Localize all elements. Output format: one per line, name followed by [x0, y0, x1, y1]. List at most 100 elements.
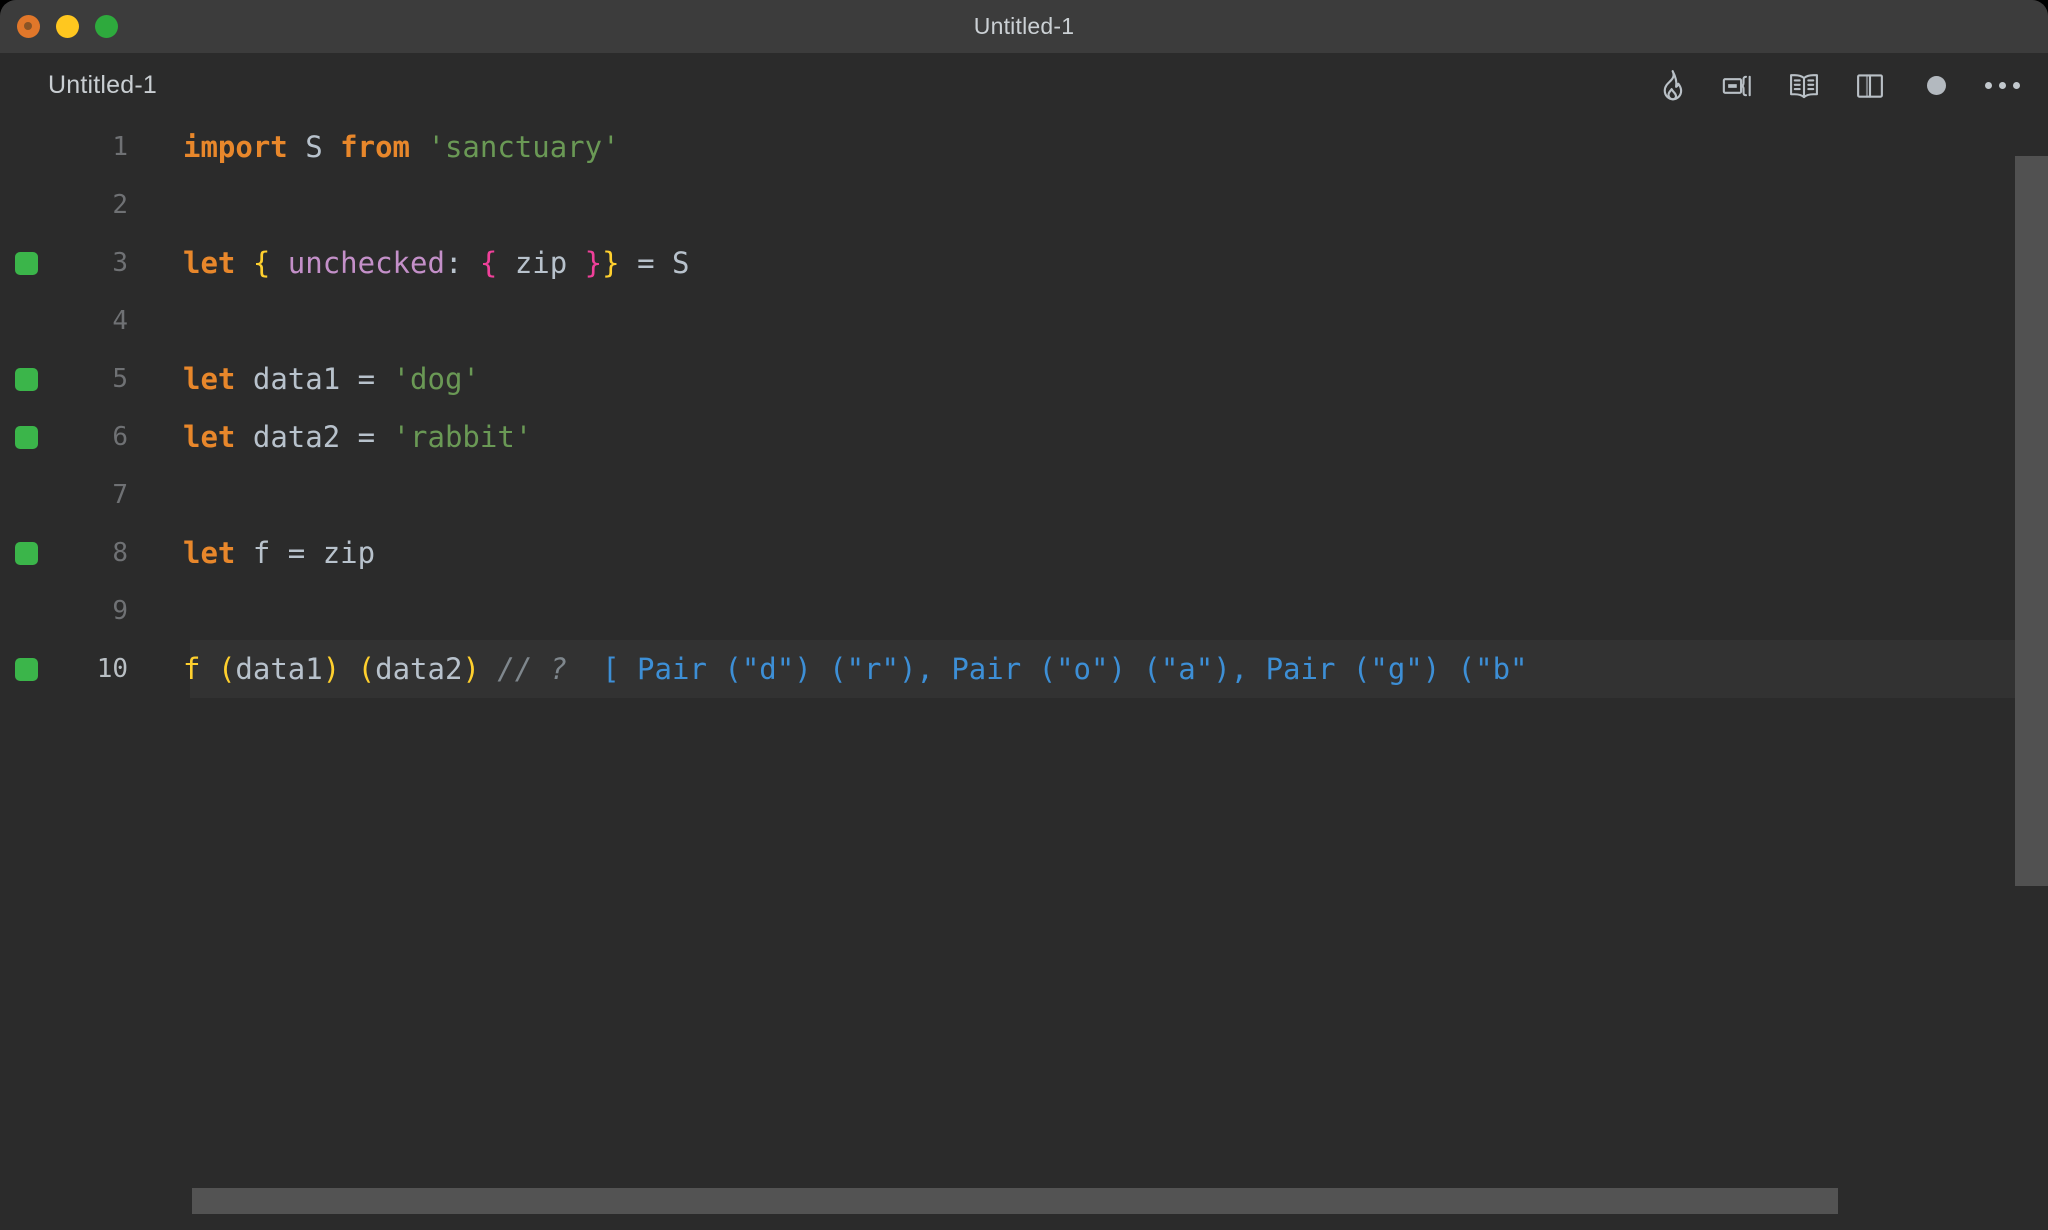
code-line-content[interactable]: let data2 = 'rabbit' [142, 420, 2048, 454]
code-line-content[interactable]: import S from 'sanctuary' [142, 130, 2048, 164]
editor-window: Untitled-1 Untitled-1 1 import S from 's… [0, 0, 2048, 1230]
run-code-icon[interactable] [1720, 68, 1756, 104]
code-token: data2 [252, 420, 341, 454]
line-number: 9 [112, 596, 128, 626]
code-token: = [270, 536, 323, 570]
line-number: 1 [112, 132, 128, 162]
code-token: ) [322, 652, 341, 686]
horizontal-scrollbar-track[interactable] [0, 1172, 2048, 1230]
code-token: zip [514, 246, 568, 280]
code-line[interactable]: 5 let data1 = 'dog' [0, 350, 2048, 408]
line-number: 2 [112, 190, 128, 220]
coverage-marker-icon[interactable] [14, 541, 38, 565]
code-line[interactable]: 9 [0, 582, 2048, 640]
code-token: let [183, 246, 236, 280]
code-token: f [183, 652, 201, 686]
code-line-content[interactable]: let data1 = 'dog' [142, 362, 2048, 396]
code-line[interactable]: 2 [0, 176, 2048, 234]
code-token: ) [462, 652, 480, 686]
traffic-lights [17, 0, 118, 53]
line-number: 5 [112, 364, 128, 394]
code-line[interactable]: 7 [0, 466, 2048, 524]
coverage-marker-icon[interactable] [14, 425, 38, 449]
open-book-icon[interactable] [1786, 68, 1822, 104]
line-number: 3 [112, 248, 128, 278]
code-token: f [252, 536, 271, 570]
coverage-marker-icon[interactable] [14, 657, 38, 681]
minimize-window-button[interactable] [56, 15, 79, 38]
code-line-content[interactable]: let { unchecked: { zip }} = S [142, 246, 2048, 280]
flame-icon[interactable] [1654, 68, 1690, 104]
code-token: = [340, 362, 393, 396]
code-token: ( [357, 652, 376, 686]
code-editor[interactable]: 1 import S from 'sanctuary' 2 3 let { unchec… [0, 118, 2048, 1230]
code-line[interactable]: 10 f (data1) (data2) // ? [ Pair ("d") ("… [0, 640, 2048, 698]
code-token: from [340, 130, 411, 164]
code-token: S [305, 130, 323, 164]
coverage-marker-icon[interactable] [14, 251, 38, 275]
editor-tabbar: Untitled-1 [0, 53, 2048, 118]
code-token: unchecked [287, 246, 445, 280]
code-token: import [183, 130, 288, 164]
code-lines: 1 import S from 'sanctuary' 2 3 let { unchec… [0, 118, 2048, 1230]
code-token: = [619, 246, 672, 280]
gutter-marker-cell [0, 367, 52, 391]
horizontal-scrollbar-thumb[interactable] [192, 1188, 1838, 1214]
code-line[interactable]: 1 import S from 'sanctuary' [0, 118, 2048, 176]
code-token: data2 [375, 652, 463, 686]
gutter-marker-cell [0, 425, 52, 449]
coverage-marker-icon[interactable] [14, 367, 38, 391]
line-number: 7 [112, 480, 128, 510]
code-token: ( [217, 652, 236, 686]
code-token: data1 [235, 652, 323, 686]
code-line[interactable]: 8 let f = zip [0, 524, 2048, 582]
editor-toolbar [1654, 53, 2020, 118]
code-token: 'rabbit' [392, 420, 533, 454]
line-number: 6 [112, 422, 128, 452]
gutter-marker-cell [0, 657, 52, 681]
code-token: let [183, 362, 236, 396]
code-token: 'sanctuary' [427, 130, 620, 164]
tab-label: Untitled-1 [48, 71, 157, 99]
code-token: let [183, 420, 236, 454]
code-token: S [672, 246, 690, 280]
code-token: 'dog' [392, 362, 480, 396]
code-line-content[interactable]: f (data1) (data2) // ? [ Pair ("d") ("r"… [142, 652, 2048, 686]
line-number: 10 [96, 654, 128, 684]
code-token: : [444, 246, 463, 280]
code-token: data1 [252, 362, 341, 396]
tab-untitled-1[interactable]: Untitled-1 [0, 53, 157, 118]
code-token: // ? [497, 652, 568, 686]
line-number: 4 [112, 306, 128, 336]
code-token: } [584, 246, 603, 280]
code-token: { [479, 246, 498, 280]
line-number: 8 [112, 538, 128, 568]
code-token: { [252, 246, 271, 280]
close-window-button[interactable] [17, 15, 40, 38]
code-line-content[interactable]: let f = zip [142, 536, 2048, 570]
vertical-scrollbar[interactable] [2015, 156, 2048, 886]
code-line[interactable]: 6 let data2 = 'rabbit' [0, 408, 2048, 466]
split-editor-icon[interactable] [1852, 68, 1888, 104]
code-line[interactable]: 3 let { unchecked: { zip }} = S [0, 234, 2048, 292]
code-token: let [183, 536, 236, 570]
circle-dot-icon[interactable] [1918, 68, 1954, 104]
gutter-marker-cell [0, 541, 52, 565]
code-line[interactable]: 4 [0, 292, 2048, 350]
maximize-window-button[interactable] [95, 15, 118, 38]
ellipsis-icon[interactable] [1984, 68, 2020, 104]
